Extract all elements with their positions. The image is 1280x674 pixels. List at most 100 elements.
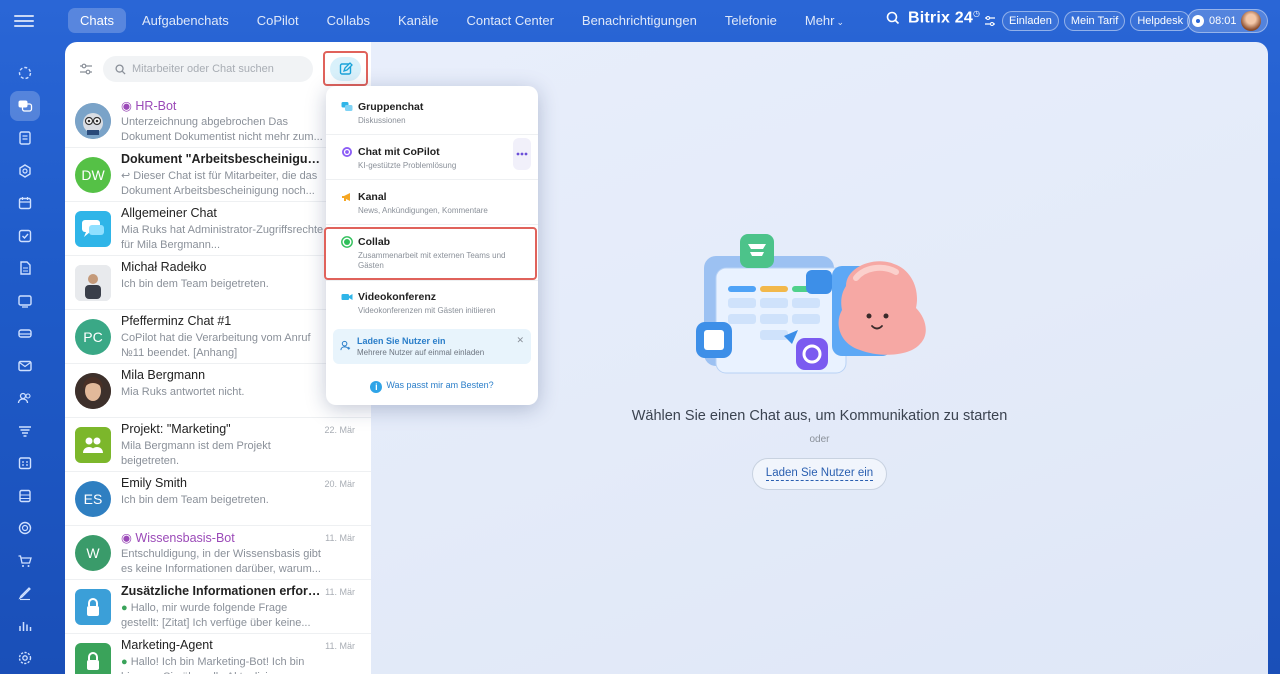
bot-icon: ◉ [121,99,136,113]
chat-preview: ● Hallo! Ich bin Marketing-Bot! Ich bin … [121,655,326,674]
empty-state-title: Wählen Sie einen Chat aus, um Kommunikat… [631,408,1008,424]
tab-channels[interactable]: Kanäle [386,8,450,33]
chat-title: Mila Bergmann [121,368,206,382]
tab-task-chats[interactable]: Aufgabenchats [130,8,241,33]
mail-icon[interactable] [10,351,40,381]
chat-title: Projekt: "Marketing" [121,422,231,436]
close-icon[interactable]: ✕ [516,335,524,346]
top-actions: Einladen Mein Tarif Helpdesk [984,11,1195,31]
crm-icon[interactable] [10,286,40,316]
invite-users-button[interactable]: Laden Sie Nutzer ein [752,458,887,490]
planner-icon[interactable] [10,448,40,478]
tab-copilot[interactable]: CoPilot [245,8,311,33]
invite-users-label: Laden Sie Nutzer ein [765,467,874,481]
help-link[interactable]: i Was passt mir am Besten? [326,380,538,393]
new-chat-button[interactable] [330,57,361,81]
helpdesk-button[interactable]: Helpdesk [1130,11,1191,31]
menu-icon[interactable] [14,12,34,30]
list-item[interactable]: Marketing-Agent 11. Mär ● Hallo! Ich bin… [65,634,371,674]
chat-preview: Entschuldigung, in der Wissensbasis gibt… [121,548,321,575]
menu-item-label: Gruppenchat [358,101,424,113]
lock-icon [87,652,99,670]
top-bar: Chats Aufgabenchats CoPilot Collabs Kanä… [48,0,1280,42]
user-avatar[interactable] [1240,11,1261,31]
search-input[interactable] [132,63,312,75]
search-box[interactable] [103,56,313,82]
menu-item-group-chat[interactable]: Gruppenchat Diskussionen [326,101,538,135]
more-options-button[interactable] [513,138,531,170]
tab-chats[interactable]: Chats [68,8,126,33]
clock-icon: ◷ [972,9,981,18]
chat-preview: ● Hallo, mir wurde folgende Frage gestel… [121,601,326,631]
documents-icon[interactable] [10,253,40,283]
users-icon[interactable] [10,383,40,413]
chat-date: 11. Mär [325,641,355,651]
analytics-icon[interactable] [10,513,40,543]
avatar: ES [75,481,111,517]
signature-icon[interactable] [10,578,40,608]
copilot-icon[interactable] [10,156,40,186]
invite-users-banner[interactable]: Laden Sie Nutzer ein Mehrere Nutzer auf … [333,329,531,364]
chat-preview: Ich bin dem Team beigetreten. [121,278,269,290]
chat-preview-text: Hallo! Ich bin Marketing-Bot! Ich bin hi… [121,656,317,674]
invite-banner-title: Laden Sie Nutzer ein [357,336,446,346]
avatar [75,643,111,674]
chats-icon[interactable] [10,90,40,121]
menu-item-label: Chat mit CoPilot [358,146,440,158]
menu-item-collab[interactable]: Collab Zusammenarbeit mit externen Teams… [324,227,538,281]
list-item[interactable]: ES Emily Smith 20. Mär Ich bin dem Team … [65,472,371,526]
work-time-widget[interactable]: 08:01 [1187,9,1268,33]
settings-icon[interactable] [10,643,40,673]
tab-bar: Chats Aufgabenchats CoPilot Collabs Kanä… [68,8,860,33]
list-item[interactable]: Zusätzliche Informationen erforder... 11… [65,580,371,634]
bot-icon: ◉ [121,531,136,545]
shop-icon[interactable] [10,546,40,576]
menu-item-sub: Zusammenarbeit mit externen Teams und Gä… [358,251,506,270]
drive-icon[interactable] [10,318,40,348]
calendar-icon[interactable] [10,188,40,218]
tab-notifications[interactable]: Benachrichtigungen [570,8,709,33]
search-icon[interactable] [886,11,900,25]
filter-icon[interactable] [78,61,94,77]
info-icon: i [370,381,383,393]
chat-preview-text: Dieser Chat ist für Mitarbeiter, die das… [121,170,318,197]
collab-icon [341,236,353,248]
tasks-icon[interactable] [10,221,40,251]
tab-more[interactable]: Mehr ⌄ [793,8,856,33]
tab-collabs[interactable]: Collabs [315,8,382,33]
timer-icon [1192,15,1204,27]
brand-name: Bitrix 24 [908,9,973,27]
add-user-icon [340,340,351,351]
tab-contact-center[interactable]: Contact Center [454,8,565,33]
chat-date: 22. Mär [324,425,355,435]
sites-icon[interactable] [10,416,40,446]
menu-item-sub: News, Ankündigungen, Kommentare [358,206,488,215]
chat-preview: Unterzeichnung abgebrochen Das Dokument … [121,116,323,143]
compose-icon [339,62,353,75]
chat-title: Pfefferminz Chat #1 [121,314,232,328]
inventory-icon[interactable] [10,481,40,511]
list-item[interactable]: Projekt: "Marketing" 22. Mär Mila Bergma… [65,418,371,472]
menu-item-channel[interactable]: Kanal News, Ankündigungen, Kommentare [326,191,538,225]
left-rail [0,0,48,674]
feed-icon[interactable] [10,123,40,153]
brand-logo[interactable]: Bitrix 24◷ [908,9,980,27]
menu-item-copilot-chat[interactable]: Chat mit CoPilot KI-gestützte Problemlös… [326,138,538,180]
reports-icon[interactable] [10,611,40,641]
list-item[interactable]: W ◉ Wissensbasis-Bot 11. Mär Entschuldig… [65,526,371,580]
avatar-initials: PC [83,329,103,345]
video-camera-icon [341,294,353,300]
new-chat-highlight [323,51,368,86]
sliders-icon[interactable] [984,15,996,27]
plan-button[interactable]: Mein Tarif [1063,11,1126,31]
tab-telephony[interactable]: Telefonie [713,8,789,33]
menu-item-video-conference[interactable]: Videokonferenz Videokonferenzen mit Gäst… [326,291,538,325]
chat-preview: Mia Ruks antwortet nicht. [121,386,245,398]
invite-button[interactable]: Einladen [1002,11,1059,31]
activity-icon[interactable] [10,58,40,88]
avatar [75,427,111,463]
avatar [75,211,111,247]
chat-title: Dokument "Arbeitsbescheinigung" ... [121,152,326,166]
menu-item-sub: KI-gestützte Problemlösung [358,161,457,170]
avatar [75,589,111,625]
